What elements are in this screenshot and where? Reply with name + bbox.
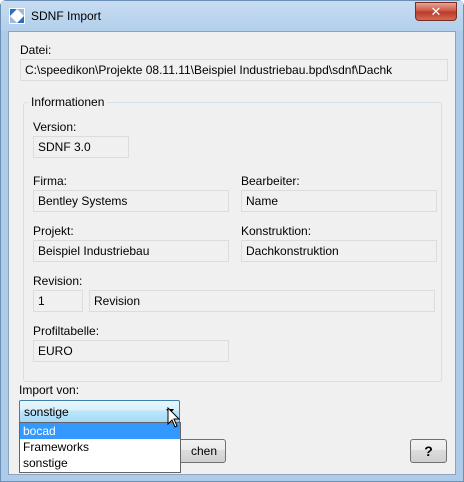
help-icon: ? — [424, 443, 433, 459]
mouse-pointer-icon — [167, 407, 181, 428]
dropdown-option-sonstige[interactable]: sonstige — [20, 455, 180, 471]
import-von-dropdown-list[interactable]: bocad Frameworks sonstige — [19, 422, 181, 473]
close-icon: ✕ — [430, 4, 442, 19]
title-bar[interactable]: SDNF Import ✕ — [1, 1, 463, 31]
datei-path-field: C:\speedikon\Projekte 08.11.11\Beispiel … — [20, 59, 448, 81]
projekt-label: Projekt: — [33, 224, 74, 238]
revision-label: Revision: — [33, 274, 83, 288]
version-field: SDNF 3.0 — [33, 136, 129, 158]
projekt-field: Beispiel Industriebau — [33, 240, 229, 262]
import-von-selected-value: sonstige — [24, 405, 69, 419]
window-title: SDNF Import — [31, 9, 102, 23]
firma-label: Firma: — [33, 174, 67, 188]
import-von-label: Import von: — [19, 383, 80, 397]
informationen-group-title: Informationen — [28, 95, 108, 109]
datei-label: Datei: — [20, 43, 52, 57]
bearbeiter-field: Name — [241, 190, 437, 212]
konstruktion-label: Konstruktion: — [241, 224, 312, 238]
app-icon — [9, 8, 25, 24]
revision-text-field: Revision — [89, 290, 435, 312]
dropdown-option-bocad[interactable]: bocad — [20, 423, 180, 439]
import-von-combobox[interactable]: sonstige — [19, 400, 180, 423]
help-button[interactable]: ? — [410, 439, 447, 463]
dropdown-option-frameworks[interactable]: Frameworks — [20, 439, 180, 455]
version-label: Version: — [33, 120, 77, 134]
firma-field: Bentley Systems — [33, 190, 229, 212]
profiltabelle-field: EURO — [33, 340, 229, 362]
dialog-client-area: Datei: C:\speedikon\Projekte 08.11.11\Be… — [8, 31, 456, 475]
bearbeiter-label: Bearbeiter: — [241, 174, 300, 188]
close-button[interactable]: ✕ — [415, 2, 457, 21]
konstruktion-field: Dachkonstruktion — [241, 240, 437, 262]
dialog-window: SDNF Import ✕ Datei: C:\speedikon\Projek… — [0, 0, 464, 482]
profiltabelle-label: Profiltabelle: — [33, 324, 100, 338]
cancel-button-label: chen — [190, 444, 217, 458]
revision-number-field: 1 — [33, 290, 83, 312]
